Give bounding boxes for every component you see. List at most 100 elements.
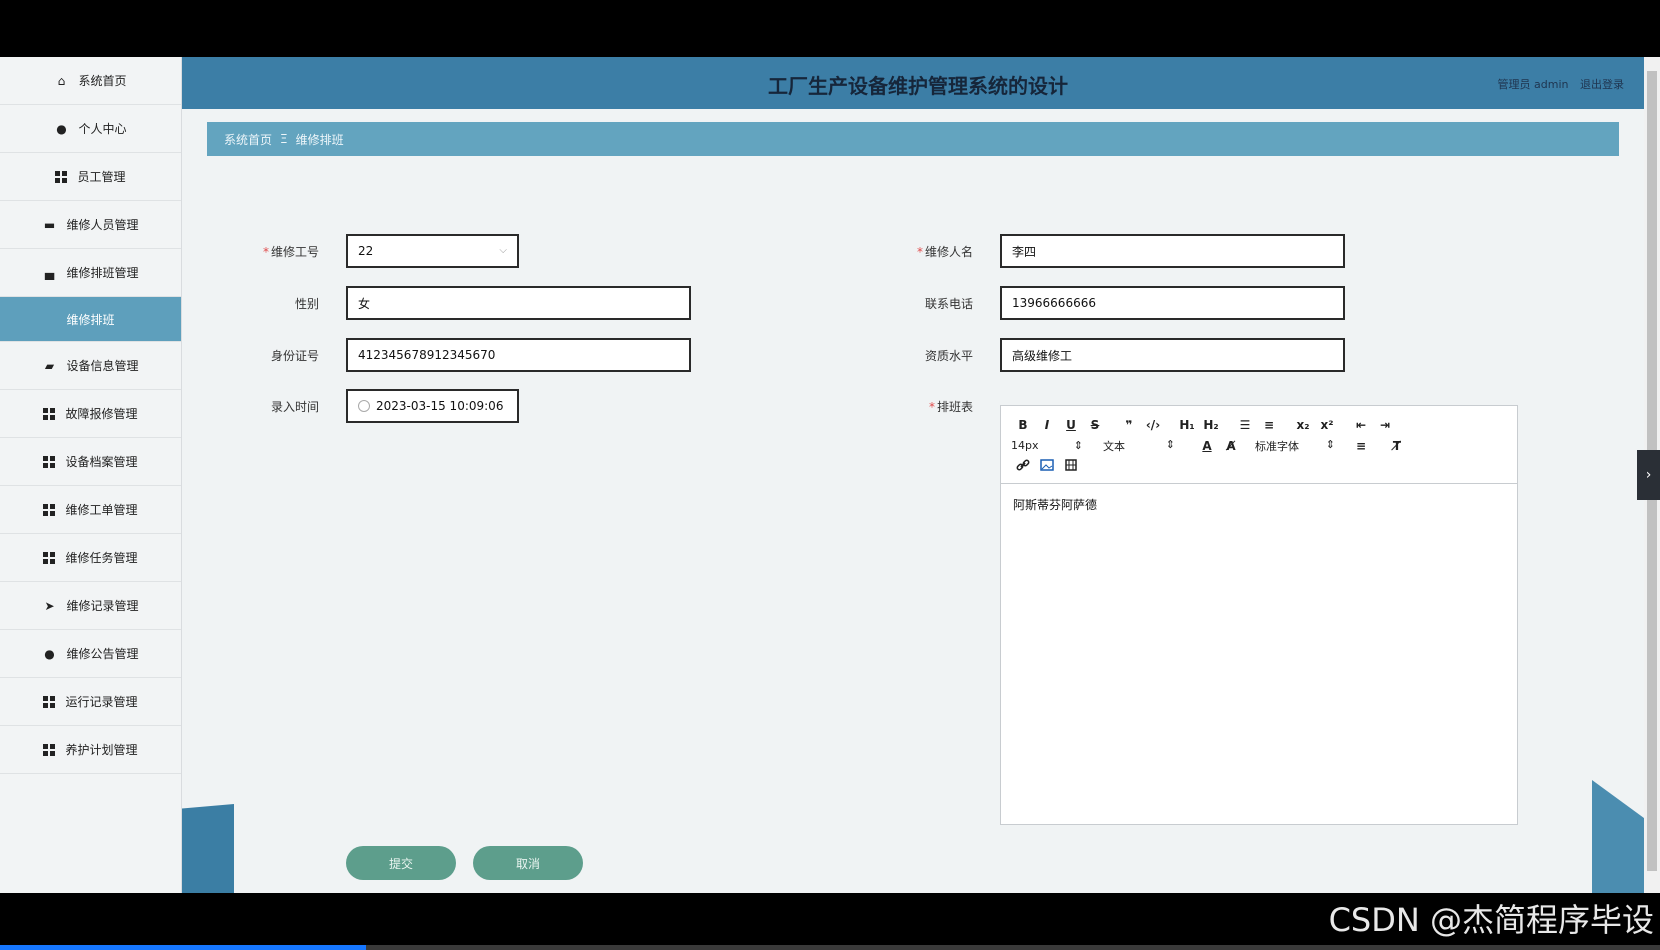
chevron-down-icon: ⌵ bbox=[499, 245, 507, 256]
chevron-right-icon[interactable]: › bbox=[1637, 450, 1660, 500]
header-user-area: 管理员 admin 退出登录 bbox=[1490, 76, 1624, 92]
underline-icon[interactable]: U bbox=[1059, 418, 1083, 432]
video-progress-bar[interactable] bbox=[0, 945, 1660, 950]
heading1-icon[interactable]: H₁ bbox=[1175, 418, 1199, 432]
italic-icon[interactable]: I bbox=[1035, 418, 1059, 432]
repair-id-select[interactable]: 22 ⌵ bbox=[346, 234, 519, 268]
font-family-select[interactable]: 标准字体 ⇕ bbox=[1255, 438, 1335, 454]
current-user: 管理员 admin bbox=[1497, 78, 1569, 91]
sidebar-item-label: 养护计划管理 bbox=[65, 743, 138, 757]
entry-time-label: 录入时间 bbox=[270, 400, 319, 414]
sidebar-item-fault[interactable]: 故障报修管理 bbox=[0, 390, 181, 438]
phone-label: 联系电话 bbox=[924, 297, 973, 311]
schedule-editor: B I U S ❞ ‹/› H₁ H₂ ☰ ≡ x₂ x² ⇤ ⇥ 14px ⇕… bbox=[1000, 405, 1518, 825]
app-title: 工厂生产设备维护管理系统的设计 bbox=[768, 74, 1068, 98]
sidebar-item-runlog[interactable]: 运行记录管理 bbox=[0, 678, 181, 726]
sidebar-item-home[interactable]: ⌂ 系统首页 bbox=[0, 57, 181, 105]
page: ⌂ 系统首页 ● 个人中心 员工管理 ▬ 维修人员管理 ▄ 维修排班管理 维修排… bbox=[0, 0, 1660, 950]
home-icon: ⌂ bbox=[57, 73, 66, 88]
outdent-icon[interactable]: ⇤ bbox=[1349, 418, 1373, 432]
app-header: 工厂生产设备维护管理系统的设计 管理员 admin 退出登录 bbox=[182, 57, 1644, 109]
logout-link[interactable]: 退出登录 bbox=[1580, 78, 1624, 91]
sidebar-item-employee[interactable]: 员工管理 bbox=[0, 153, 181, 201]
text-type-select[interactable]: 文本 ⇕ bbox=[1103, 438, 1175, 454]
sidebar-item-record[interactable]: ➤ 维修记录管理 bbox=[0, 582, 181, 630]
sidebar-item-schedule-manage[interactable]: ▄ 维修排班管理 bbox=[0, 249, 181, 297]
breadcrumb-separator: Ξ bbox=[280, 132, 288, 146]
progress-fill bbox=[0, 945, 366, 950]
code-icon[interactable]: ‹/› bbox=[1141, 418, 1165, 432]
grid-icon bbox=[43, 743, 56, 756]
breadcrumb-home[interactable]: 系统首页 bbox=[224, 131, 272, 148]
entry-time-picker[interactable]: 2023-03-15 10:09:06 bbox=[346, 389, 519, 423]
grid-icon bbox=[43, 551, 56, 564]
repair-name-value: 李四 bbox=[1012, 244, 1037, 259]
sidebar-item-schedule[interactable]: 维修排班 bbox=[0, 297, 181, 342]
grid-icon bbox=[43, 695, 56, 708]
sidebar-item-archive[interactable]: 设备档案管理 bbox=[0, 438, 181, 486]
align-icon[interactable]: ≡ bbox=[1349, 439, 1373, 453]
video-icon[interactable] bbox=[1059, 458, 1083, 475]
qualification-value: 高级维修工 bbox=[1012, 348, 1073, 363]
sidebar-item-label: 维修人员管理 bbox=[66, 218, 139, 232]
sidebar-item-device-info[interactable]: ▰ 设备信息管理 bbox=[0, 342, 181, 390]
id-card-label: 身份证号 bbox=[270, 349, 319, 363]
heading2-icon[interactable]: H₂ bbox=[1199, 418, 1223, 432]
sidebar-item-label: 维修工单管理 bbox=[65, 503, 138, 517]
repair-name-input[interactable]: 李四 bbox=[1000, 234, 1345, 268]
cancel-button[interactable]: 取消 bbox=[473, 846, 583, 880]
link-icon[interactable] bbox=[1011, 458, 1035, 475]
sidebar: ⌂ 系统首页 ● 个人中心 员工管理 ▬ 维修人员管理 ▄ 维修排班管理 维修排… bbox=[0, 57, 182, 893]
sidebar-item-label: 个人中心 bbox=[78, 122, 127, 136]
background-color-icon[interactable]: A̸ bbox=[1219, 439, 1243, 453]
grid-icon bbox=[43, 407, 56, 420]
id-card-input[interactable]: 412345678912345670 bbox=[346, 338, 691, 372]
watermark: CSDN @杰简程序毕设 bbox=[1328, 901, 1654, 939]
phone-input[interactable]: 13966666666 bbox=[1000, 286, 1345, 320]
indent-icon[interactable]: ⇥ bbox=[1373, 418, 1397, 432]
image-icon[interactable] bbox=[1035, 458, 1059, 475]
quote-icon[interactable]: ❞ bbox=[1117, 418, 1141, 432]
grid-icon bbox=[43, 503, 56, 516]
bold-icon[interactable]: B bbox=[1011, 418, 1035, 432]
superscript-icon[interactable]: x² bbox=[1315, 418, 1339, 432]
user-icon: ● bbox=[56, 121, 67, 136]
qualification-label: 资质水平 bbox=[924, 349, 973, 363]
editor-content[interactable]: 阿斯蒂芬阿萨德 bbox=[1001, 484, 1517, 525]
breadcrumb-current: 维修排班 bbox=[295, 132, 344, 147]
font-size-select[interactable]: 14px ⇕ bbox=[1011, 439, 1083, 452]
chat-icon: ▬ bbox=[43, 217, 56, 232]
gender-input[interactable]: 女 bbox=[346, 286, 691, 320]
font-color-icon[interactable]: A bbox=[1195, 439, 1219, 453]
sidebar-item-maintenance-plan[interactable]: 养护计划管理 bbox=[0, 726, 181, 774]
repair-id-value: 22 bbox=[358, 244, 374, 258]
strikethrough-icon[interactable]: S bbox=[1083, 418, 1107, 432]
ordered-list-icon[interactable]: ☰ bbox=[1233, 418, 1257, 432]
repair-id-label: * 维修工号 bbox=[262, 245, 319, 259]
text-type-value: 文本 bbox=[1103, 439, 1125, 453]
gender-value: 女 bbox=[358, 296, 371, 311]
sidebar-item-label: 维修任务管理 bbox=[65, 551, 138, 565]
sidebar-item-task[interactable]: 维修任务管理 bbox=[0, 534, 181, 582]
updown-icon: ⇕ bbox=[1165, 437, 1175, 451]
sidebar-item-label: 维修公告管理 bbox=[66, 647, 139, 661]
subscript-icon[interactable]: x₂ bbox=[1291, 418, 1315, 432]
clear-format-icon[interactable]: T̸ bbox=[1385, 439, 1409, 453]
qualification-input[interactable]: 高级维修工 bbox=[1000, 338, 1345, 372]
sidebar-item-profile[interactable]: ● 个人中心 bbox=[0, 105, 181, 153]
breadcrumb: 系统首页 Ξ 维修排班 bbox=[207, 122, 1619, 156]
grid-icon bbox=[43, 455, 56, 468]
sidebar-item-repair-staff[interactable]: ▬ 维修人员管理 bbox=[0, 201, 181, 249]
bullet-list-icon[interactable]: ≡ bbox=[1257, 418, 1281, 432]
sidebar-item-notice[interactable]: ● 维修公告管理 bbox=[0, 630, 181, 678]
sidebar-item-label: 维修排班 bbox=[66, 312, 115, 327]
phone-value: 13966666666 bbox=[1012, 296, 1096, 310]
submit-button[interactable]: 提交 bbox=[346, 846, 456, 880]
monitor-icon: ▄ bbox=[44, 265, 55, 280]
updown-icon: ⇕ bbox=[1325, 437, 1335, 451]
sidebar-item-label: 设备档案管理 bbox=[65, 455, 138, 469]
sidebar-item-workorder[interactable]: 维修工单管理 bbox=[0, 486, 181, 534]
sidebar-item-label: 运行记录管理 bbox=[65, 695, 138, 709]
send-icon: ➤ bbox=[44, 598, 55, 613]
sidebar-item-label: 设备信息管理 bbox=[66, 359, 139, 373]
